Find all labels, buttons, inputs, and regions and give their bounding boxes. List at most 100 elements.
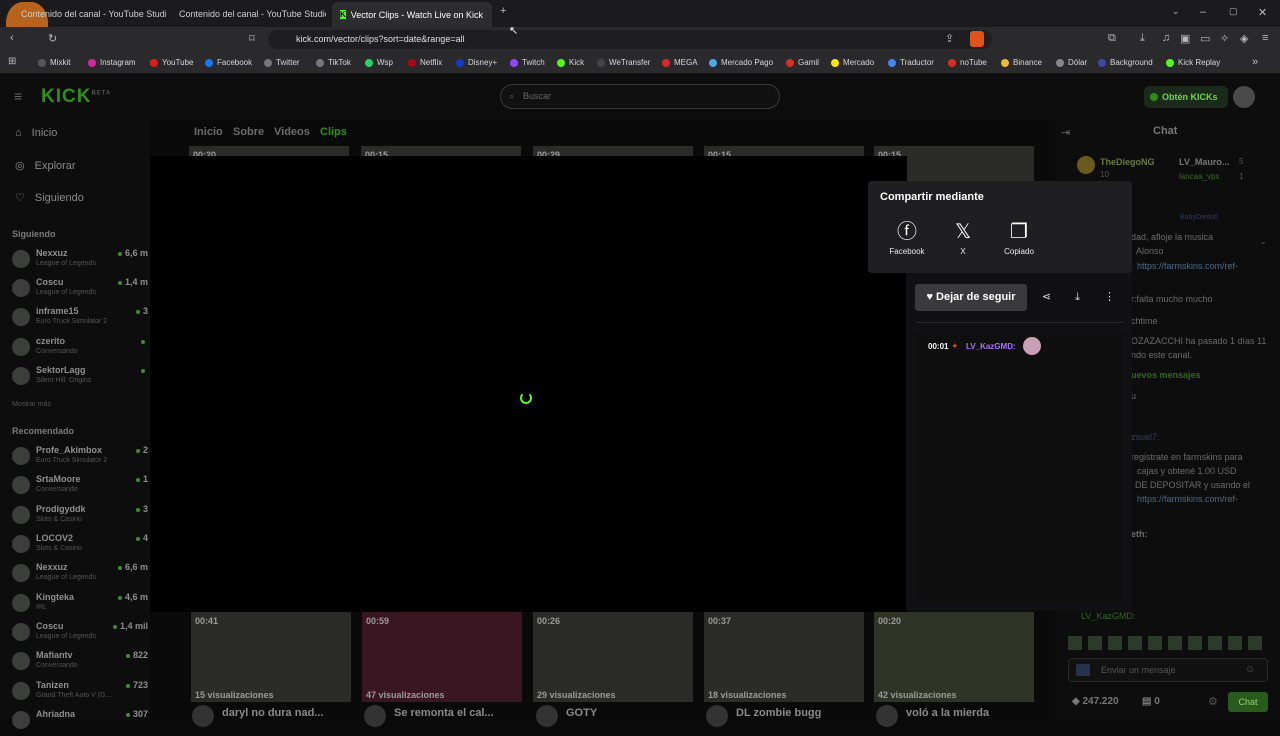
avatar[interactable] [192, 705, 214, 727]
emoji-icon[interactable]: ☺ [1245, 664, 1255, 675]
kick-logo[interactable]: KICKBETA [41, 86, 111, 108]
chat-send-button[interactable]: Chat [1228, 692, 1268, 712]
music-icon[interactable]: ♫ [1162, 32, 1170, 44]
sidebar-channel[interactable]: Prodigyddk Slots & Casino 3 [12, 503, 150, 531]
sidebar-channel[interactable]: Ahriadna 307 [12, 708, 150, 736]
apps-icon[interactable]: ⊞ [8, 56, 16, 67]
bookmark-item[interactable]: WeTransfer [597, 58, 650, 67]
chat-link[interactable]: https://farmskins.com/ref- [1137, 261, 1238, 271]
ai-icon[interactable]: ✧ [1220, 32, 1229, 45]
settings-gear-icon[interactable]: ⚙ [1208, 695, 1218, 708]
sidebar-icon[interactable]: ▣ [1180, 32, 1190, 45]
bookmark-item[interactable]: Netflix [408, 58, 442, 67]
unfollow-button[interactable]: ♥ Dejar de seguir [915, 284, 1027, 311]
maximize-icon[interactable]: ▢ [1229, 6, 1238, 17]
bookmark-item[interactable]: Traductor [888, 58, 934, 67]
sidebar-channel[interactable]: czerito Conversando [12, 335, 150, 363]
bookmark-item[interactable]: Instagram [88, 58, 136, 67]
bookmark-item[interactable]: Kick Replay [1166, 58, 1220, 67]
sidebar-channel[interactable]: Mafiantv Conversando 822 [12, 649, 150, 677]
screenshot-icon[interactable]: ⧉ [1108, 32, 1116, 45]
download-icon[interactable]: ⤓ [1140, 32, 1145, 45]
share-page-icon[interactable]: ⇪ [945, 32, 954, 45]
sidebar-channel[interactable]: Tanizen Grand Theft Auto V (G... 723 [12, 679, 150, 707]
more-bookmarks-icon[interactable]: » [1252, 56, 1258, 68]
sidebar-channel[interactable]: Nexxuz League of Legends 6,6 m [12, 247, 150, 275]
bookmark-item[interactable]: Binance [1001, 58, 1042, 67]
tab-about[interactable]: Sobre [233, 126, 264, 138]
copy-link-button[interactable]: ❐ Copiado [994, 221, 1044, 256]
clip-thumbnail[interactable]: 00:37 18 visualizaciones [704, 612, 864, 702]
avatar[interactable] [536, 705, 558, 727]
clip-title[interactable]: DL zombie bugg [736, 707, 821, 719]
tab-videos[interactable]: Videos [274, 126, 310, 138]
share-x-button[interactable]: 𝕏X [938, 221, 988, 256]
clip-thumbnail[interactable]: 00:59 47 visualizaciones [362, 612, 522, 702]
bookmark-item[interactable]: Twitch [510, 58, 545, 67]
avatar[interactable] [876, 705, 898, 727]
bookmark-item[interactable]: Wsp [365, 58, 393, 67]
back-icon[interactable]: ‹ [10, 32, 14, 44]
search-input[interactable]: Buscar [500, 84, 780, 109]
emote-bar[interactable] [1068, 636, 1264, 650]
clip-thumbnail[interactable]: 00:26 29 visualizaciones [533, 612, 693, 702]
avatar[interactable] [706, 705, 728, 727]
sidebar-channel[interactable]: Coscu League of Legends 1,4 mil [12, 620, 150, 648]
chevron-down-icon[interactable]: ⌄ [1260, 237, 1267, 246]
user-avatar[interactable] [1233, 86, 1255, 108]
clip-title[interactable]: voló a la mierda [906, 707, 989, 719]
sidebar-channel[interactable]: Nexxuz League of Legends 6,6 m [12, 561, 150, 589]
chat-link[interactable]: https://farmskins.com/ref- [1137, 494, 1238, 504]
sidebar-channel[interactable]: SektorLagg Silent Hill: Origins [12, 364, 150, 392]
sidebar-channel[interactable]: inframe15 Euro Truck Simulator 2 3 [12, 305, 150, 333]
bookmark-item[interactable]: Dólar [1056, 58, 1087, 67]
vpn-icon[interactable]: ◈ [1240, 32, 1248, 45]
browser-tab[interactable]: Contenido del canal - YouTube Studio [8, 4, 166, 24]
bookmark-item[interactable]: noTube [948, 58, 987, 67]
bookmark-item[interactable]: YouTube [150, 58, 193, 67]
browser-tab-active[interactable]: KVector Clips - Watch Live on Kick✕ [332, 2, 492, 27]
bookmark-item[interactable]: Kick [557, 58, 584, 67]
share-icon[interactable]: ⋖ [1033, 284, 1060, 311]
clip-title[interactable]: GOTY [566, 707, 597, 719]
new-tab-icon[interactable]: + [500, 5, 506, 17]
share-facebook-button[interactable]: ⓕ Facebook [882, 221, 932, 256]
clip-thumbnail[interactable]: 00:41 15 visualizaciones [191, 612, 351, 702]
clip-title[interactable]: daryl no dura nad... [222, 707, 323, 719]
nav-home[interactable]: ⌂ Inicio [15, 127, 57, 139]
sidebar-channel[interactable]: LOCOV2 Slots & Casino 4 [12, 532, 150, 560]
new-messages-divider[interactable]: uevos mensajes [1131, 370, 1201, 380]
bookmark-item[interactable]: Disney+ [456, 58, 497, 67]
hamburger-icon[interactable]: ≡ [14, 88, 22, 104]
minimize-icon[interactable]: – [1200, 6, 1206, 18]
sidebar-channel[interactable]: Profe_Akimbox Euro Truck Simulator 2 2 [12, 444, 150, 472]
menu-icon[interactable]: ≡ [1262, 32, 1268, 44]
brave-shield-icon[interactable] [970, 31, 984, 47]
bookmark-item[interactable]: Gamil [786, 58, 819, 67]
sidebar-channel[interactable]: SrtaMoore Conversando 1 [12, 473, 150, 501]
download-icon[interactable]: ⤓ [1064, 284, 1091, 311]
chat-input[interactable]: Enviar un mensaje [1068, 658, 1268, 682]
collapse-chat-icon[interactable]: ⇥ [1061, 126, 1070, 139]
bookmark-item[interactable]: Mercado [831, 58, 874, 67]
close-window-icon[interactable]: ✕ [1258, 6, 1267, 19]
nav-explore[interactable]: ◎ Explorar [15, 159, 76, 173]
bookmark-item[interactable]: Twitter [264, 58, 300, 67]
bookmark-item[interactable]: Background [1098, 58, 1153, 67]
bookmark-item[interactable]: TikTok [316, 58, 351, 67]
avatar[interactable] [364, 705, 386, 727]
sidebar-channel[interactable]: Kingteka IRL 4,6 m [12, 591, 150, 619]
bookmark-item[interactable]: Mixkit [38, 58, 70, 67]
clip-title[interactable]: Se remonta el cal... [394, 707, 494, 719]
bookmark-item[interactable]: MEGA [662, 58, 698, 67]
emote-picker-icon[interactable] [1076, 664, 1090, 676]
tab-clips[interactable]: Clips [320, 126, 347, 138]
reload-icon[interactable]: ↻ [48, 32, 57, 45]
browser-tab[interactable]: Contenido del canal - YouTube Studio [166, 4, 326, 24]
wallet-icon[interactable]: ▭ [1200, 32, 1210, 45]
show-more-link[interactable]: Mostrar más [12, 401, 51, 408]
nav-following[interactable]: ♡ Siguiendo [15, 191, 84, 205]
address-bar[interactable]: kick.com/vector/clips?sort=date&range=al… [268, 30, 992, 49]
clip-player[interactable] [150, 156, 907, 612]
points-display[interactable]: ◆ 247.220 [1072, 696, 1119, 707]
